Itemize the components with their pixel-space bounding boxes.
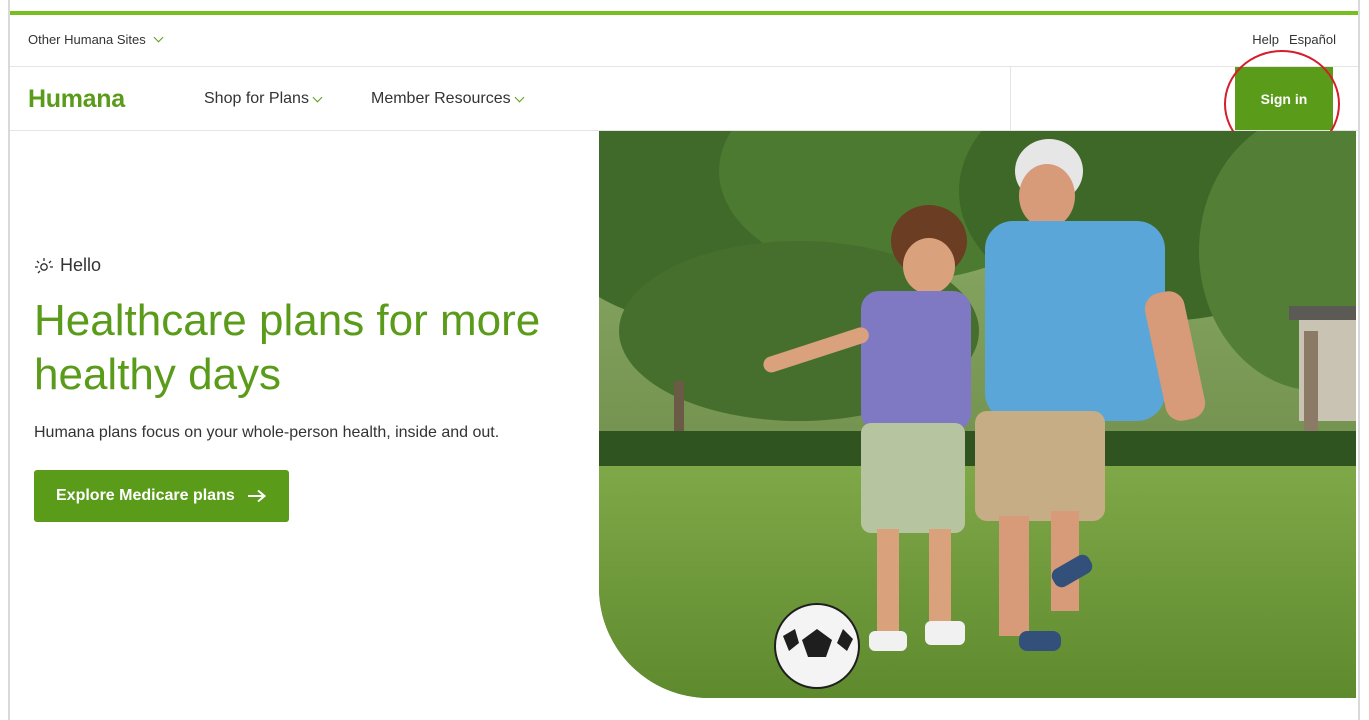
greeting: Hello — [34, 255, 594, 276]
greeting-text: Hello — [60, 255, 102, 275]
cta-label: Explore Medicare plans — [56, 487, 235, 504]
hero-subcopy: Humana plans focus on your whole-person … — [34, 424, 500, 441]
hero-content: Hello Healthcare plans for more healthy … — [34, 255, 594, 522]
shop-for-plans-label: Shop for Plans — [204, 90, 309, 107]
chevron-down-icon — [514, 92, 525, 102]
other-humana-sites-dropdown[interactable]: Other Humana Sites — [28, 32, 164, 47]
chevron-down-icon — [153, 32, 164, 43]
utility-bar: Other Humana Sites Help Español — [10, 15, 1358, 67]
hero-photo — [599, 131, 1356, 698]
other-sites-label: Other Humana Sites — [28, 32, 146, 47]
hero-headline: Healthcare plans for more healthy days — [34, 296, 541, 399]
member-resources-label: Member Resources — [371, 90, 511, 107]
espanol-link[interactable]: Español — [1289, 32, 1336, 47]
main-navigation: Humana Shop for Plans Member Resources S… — [10, 50, 1358, 158]
browser-viewport: Other Humana Sites Help Español Humana S… — [8, 0, 1360, 720]
sun-icon — [35, 257, 53, 273]
explore-medicare-plans-button[interactable]: Explore Medicare plans — [34, 470, 289, 522]
utility-links: Help Español — [1252, 32, 1336, 47]
nav-shop-for-plans[interactable]: Shop for Plans — [204, 90, 323, 108]
sign-in-button[interactable]: Sign in — [1235, 67, 1333, 130]
nav-member-resources[interactable]: Member Resources — [371, 90, 525, 108]
hero-photo-illustration — [599, 131, 1356, 698]
nav-divider — [1010, 67, 1011, 130]
help-link[interactable]: Help — [1252, 32, 1279, 47]
humana-logo[interactable]: Humana — [28, 85, 125, 114]
arrow-right-icon — [247, 489, 266, 503]
chevron-down-icon — [312, 92, 323, 102]
